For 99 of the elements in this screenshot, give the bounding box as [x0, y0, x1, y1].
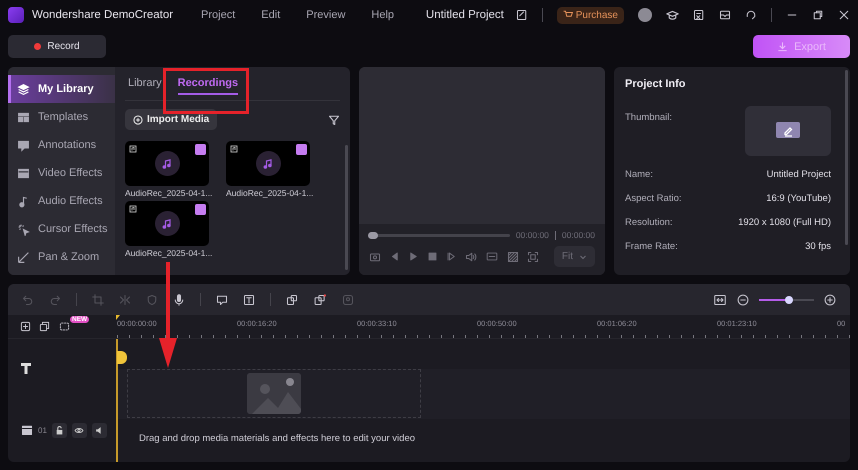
app-name: Wondershare DemoCreator [32, 9, 174, 21]
current-time: 00:00:00 [516, 230, 549, 240]
scrollbar[interactable] [345, 145, 348, 270]
edit-badge-icon[interactable] [195, 204, 206, 215]
fit-width-icon[interactable] [713, 294, 727, 306]
import-media-button[interactable]: Import Media [125, 109, 218, 130]
field-label: Thumbnail: [625, 112, 672, 125]
graduation-cap-icon[interactable] [666, 8, 679, 22]
music-disc-icon [154, 211, 180, 236]
playhead-handle[interactable] [116, 315, 120, 320]
record-button[interactable]: Record [8, 35, 106, 58]
hatched-square-icon[interactable] [507, 250, 519, 262]
speech-bubble-icon [17, 138, 30, 152]
field-value: Untitled Project [766, 169, 831, 180]
purchase-button[interactable]: Purchase [556, 6, 624, 24]
download-icon [777, 41, 788, 52]
cursor-icon [17, 222, 30, 236]
zoom-in-icon[interactable] [824, 294, 836, 306]
menu-item[interactable]: Project [201, 9, 236, 21]
stop-icon[interactable] [427, 251, 438, 262]
field-label: Resolution: [625, 217, 673, 228]
sidebar-item[interactable]: Cursor Effects [8, 215, 115, 243]
audio-file-icon [230, 145, 238, 153]
camera-icon[interactable] [369, 250, 381, 262]
file-name: AudioRec_2025-04-1... [125, 188, 212, 198]
progress-thumb[interactable] [368, 232, 378, 238]
add-circle-icon [133, 114, 143, 124]
total-time: 00:00:00 [562, 230, 595, 240]
eye-icon [74, 426, 84, 435]
tab[interactable]: Library [128, 72, 162, 94]
add-track-icon[interactable] [20, 321, 31, 332]
music-disc-icon [256, 151, 280, 176]
caret-icon [579, 252, 587, 260]
menu-item[interactable]: Help [371, 9, 394, 21]
visibility-button[interactable] [72, 422, 87, 438]
copy-track-icon[interactable] [39, 321, 50, 332]
audio-thumbnail[interactable] [125, 201, 209, 246]
audio-thumbnail[interactable] [226, 141, 310, 186]
audio-file-icon [129, 205, 137, 213]
layers-icon [17, 82, 30, 96]
document-icon[interactable] [693, 9, 705, 21]
thumbnail-edit-button[interactable] [745, 106, 831, 156]
audio-thumbnail[interactable] [125, 141, 209, 186]
sidebar-item[interactable]: Pan & Zoom [8, 243, 115, 271]
tab[interactable]: Recordings [178, 72, 238, 94]
mail-icon[interactable] [719, 9, 731, 21]
audio-file-icon [129, 145, 137, 153]
menu-item[interactable]: Preview [306, 9, 346, 21]
field-value: 30 fps [805, 241, 831, 252]
app-logo [8, 7, 24, 23]
field-label: Aspect Ratio: [625, 193, 682, 204]
scrollbar[interactable] [845, 70, 848, 245]
playhead-marker[interactable] [117, 351, 127, 364]
avatar-icon[interactable] [638, 8, 652, 22]
window-title: Untitled Project [424, 9, 504, 21]
progress-track[interactable] [369, 234, 510, 236]
stacked-frames-icon[interactable] [286, 294, 298, 306]
edit-badge-icon[interactable] [296, 144, 307, 155]
cart-icon [562, 10, 573, 20]
mute-button[interactable] [92, 422, 107, 438]
field-value: 1920 x 1080 (Full HD) [738, 217, 831, 228]
comment-icon[interactable] [216, 294, 228, 306]
dashed-frame-icon[interactable] [58, 321, 71, 332]
lock-icon [54, 426, 64, 435]
lock-button[interactable] [52, 422, 67, 438]
pencil-card-icon [775, 121, 801, 141]
sidebar-item[interactable]: Templates [8, 103, 115, 131]
next-frame-icon[interactable] [446, 251, 457, 262]
zoom-slider-thumb[interactable] [785, 296, 794, 304]
field-value: 16:9 (YouTube) [766, 193, 831, 204]
file-name: AudioRec_2025-04-1... [125, 248, 212, 258]
panel-title: Project Info [625, 78, 687, 90]
close-icon[interactable] [838, 9, 850, 21]
microphone-icon[interactable] [173, 294, 185, 306]
filter-icon[interactable] [328, 114, 340, 126]
fullscreen-icon[interactable] [527, 250, 539, 262]
menu-item[interactable]: Edit [261, 9, 280, 21]
previous-frame-icon[interactable] [389, 251, 400, 262]
sidebar-item[interactable]: Annotations [8, 131, 115, 159]
diagonal-arrow-icon [17, 250, 30, 264]
restore-icon[interactable] [812, 9, 824, 21]
volume-icon[interactable] [465, 250, 477, 262]
note-edit-icon[interactable] [516, 9, 528, 21]
edit-badge-icon[interactable] [195, 144, 206, 155]
field-label: Frame Rate: [625, 241, 678, 252]
zoom-out-icon[interactable] [737, 294, 749, 306]
template-icon [17, 110, 30, 124]
sidebar-item[interactable]: Video Effects [8, 159, 115, 187]
track-number: 01 [38, 426, 47, 435]
music-note-icon [17, 194, 30, 208]
field-label: Name: [625, 169, 653, 180]
sidebar-item[interactable]: Audio Effects [8, 187, 115, 215]
sidebar-item[interactable]: My Library [8, 75, 115, 103]
drop-hint: Drag and drop media materials and effects here to edit your video [139, 433, 416, 444]
text-track-icon [21, 363, 31, 374]
text-box-icon[interactable] [243, 294, 255, 306]
file-name: AudioRec_2025-04-1... [226, 188, 314, 198]
music-disc-icon [154, 151, 180, 176]
play-icon[interactable] [408, 251, 419, 262]
